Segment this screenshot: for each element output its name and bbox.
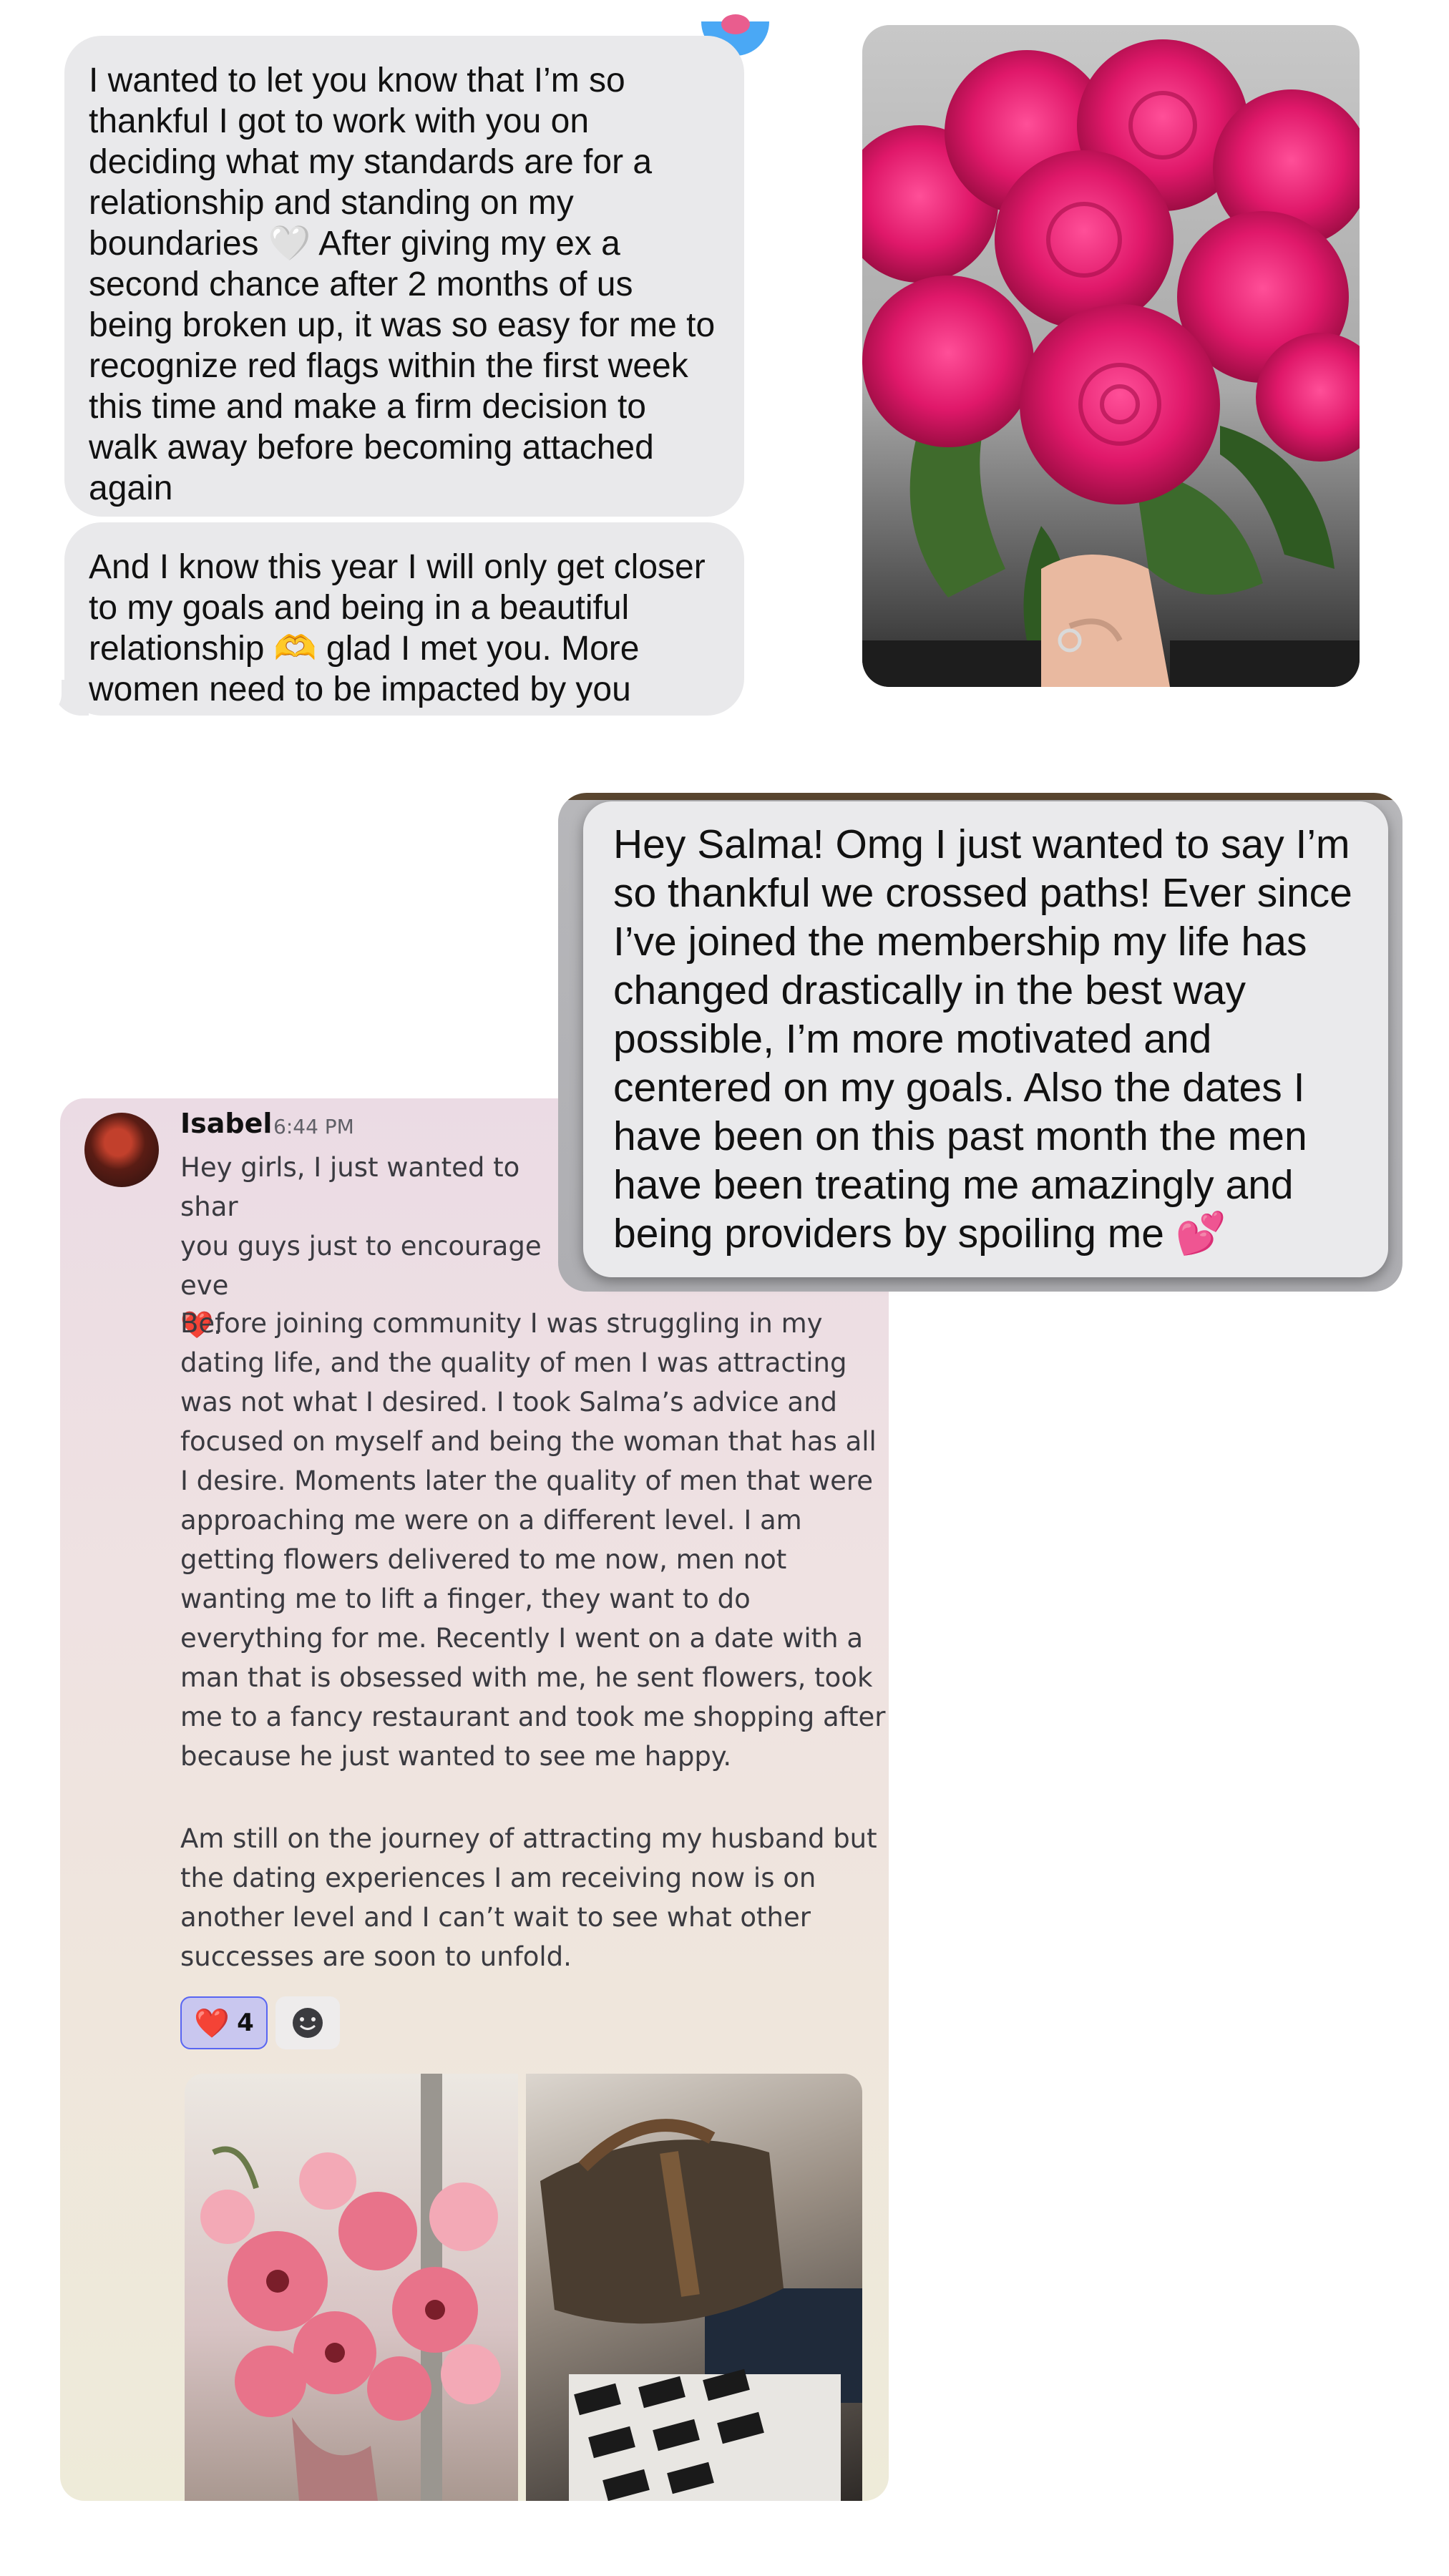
- reaction-count: 4: [237, 2009, 254, 2037]
- author-name[interactable]: Isabel: [180, 1108, 272, 1139]
- smiley-face-icon: [293, 2008, 323, 2038]
- pink-flowers-illustration: [200, 2074, 501, 2501]
- roses-illustration: [862, 39, 1360, 687]
- heart-icon: ❤️: [194, 2006, 230, 2040]
- imessage-bubble-second: And I know this year I will only get clo…: [64, 522, 744, 716]
- luggage-bags-photo[interactable]: [526, 2074, 862, 2501]
- avatar[interactable]: [84, 1113, 159, 1187]
- add-reaction-button[interactable]: [275, 1996, 340, 2049]
- pink-flowers-photo[interactable]: [185, 2074, 518, 2501]
- heart-reaction-button[interactable]: ❤️ 4: [180, 1996, 268, 2049]
- luggage-illustration: [540, 2119, 862, 2501]
- big-message-bubble: Hey Salma! Omg I just wanted to say I’m …: [583, 801, 1388, 1277]
- roses-bouquet-photo: [862, 25, 1360, 687]
- message-paragraph: Am still on the journey of attracting my…: [180, 1823, 877, 1972]
- message-timestamp: 6:44 PM: [273, 1115, 354, 1138]
- imessage-bubble-first: I wanted to let you know that I’m so tha…: [64, 36, 744, 517]
- message-paragraph: Before joining community I was strugglin…: [180, 1308, 886, 1772]
- imessage-bubble-tail: [33, 680, 89, 716]
